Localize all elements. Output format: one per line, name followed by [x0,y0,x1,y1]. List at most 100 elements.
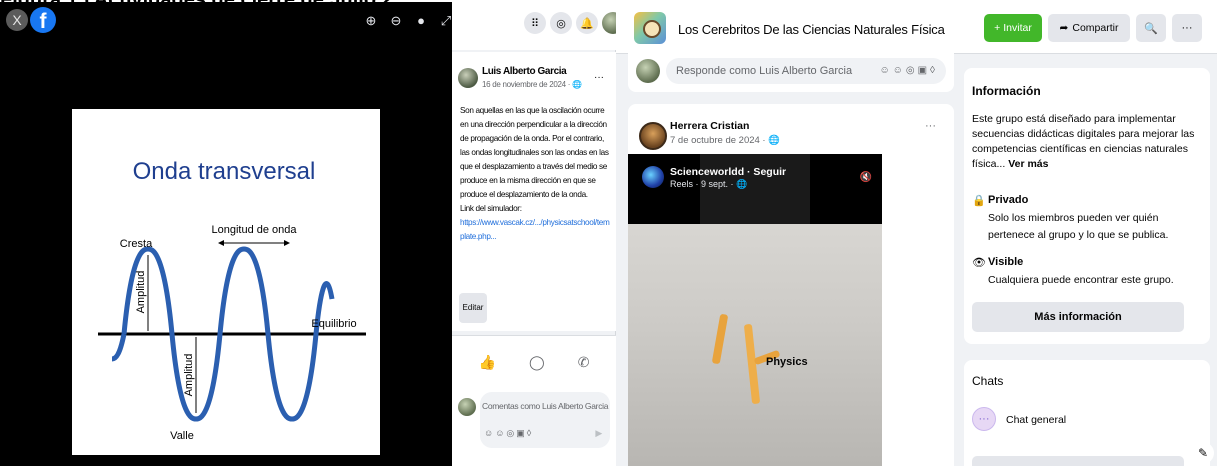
chats-more-button[interactable] [972,456,1184,466]
more-info-button[interactable]: Más información [972,302,1184,332]
amplitude-label-bottom: Amplitud [183,354,195,397]
post-date-text: 16 de noviembre de 2024 · [482,80,573,89]
group-header: Los Cerebritos De las Ciencias Naturales… [616,0,1217,54]
visible-description: Cualquiera puede encontrar este grupo. [988,274,1174,286]
more-options-icon[interactable]: ··· [1172,14,1202,42]
trough-label: Valle [170,430,194,442]
invite-label: Invitar [1003,22,1032,34]
author-avatar[interactable] [458,68,478,88]
photo-viewer: X f ⊕ ⊖ ● ⤢ Onda transversal Amplitud Am… [0,2,452,466]
feed-post-date-text: 7 de octubre de 2024 · [670,135,769,146]
group-name[interactable]: Los Cerebritos De las Ciencias Naturales… [678,22,945,37]
comment-emoji-icons[interactable]: ☺☺◎▣◊ [484,428,533,439]
slide-title: Onda transversal [133,158,316,185]
globe-icon: 🌐 [736,179,748,189]
chats-card: Chats ··· Chat general [964,360,1210,466]
share-arrow-icon: ➦ [1059,22,1069,34]
privacy-title: Privado [988,194,1029,206]
post-actions: 👍 ◯ ✆ [452,335,616,389]
chat-item[interactable]: Chat general [1006,414,1066,426]
equilibrium-label: Equilibrio [311,318,356,330]
grid-icon[interactable]: ⠿ [524,12,546,34]
search-icon[interactable]: 🔍 [1136,14,1166,42]
wave-tail [111,333,127,362]
zoom-in-icon[interactable]: ⊕ [365,14,377,28]
chats-title: Chats [972,374,1004,388]
video-frame [628,224,882,466]
facebook-logo-icon[interactable]: f [30,7,56,33]
share-icon[interactable]: ✆ [578,354,590,371]
reply-input[interactable]: Responde como Luis Alberto Garcia ☺☺◎▣◊ [666,58,946,84]
simulator-link-label: Link del simulador: [460,204,522,213]
amplitude-label-top: Amplitud [135,271,147,314]
lock-icon: 🔒 [972,195,986,207]
channel-avatar[interactable] [642,166,664,188]
video-caption: Physics [766,356,808,368]
more-options-icon[interactable]: ··· [594,72,604,83]
info-description-text: Este grupo está diseñado para implementa… [972,113,1195,170]
info-description: Este grupo está diseñado para implementa… [972,112,1204,172]
feed-post: Herrera Cristian 7 de octubre de 2024 · … [628,104,954,466]
avatar [458,398,476,416]
close-icon[interactable]: X [6,9,28,31]
viewer-toolbar: ⊕ ⊖ ● ⤢ [365,14,452,28]
eye-icon: 👁 [972,257,986,269]
mute-icon[interactable]: 🔇 [860,172,872,183]
share-label: Compartir [1072,22,1119,34]
author-avatar[interactable] [639,122,667,150]
post-text: Son aquellas en las que la oscilación oc… [460,106,609,199]
privacy-description: Solo los miembros pueden ver quién perte… [988,212,1169,241]
more-options-icon[interactable]: ··· [925,120,936,132]
fullscreen-icon[interactable]: ⤢ [440,14,452,28]
tag-icon[interactable]: ● [415,14,427,28]
channel-name[interactable]: Scienceworldd · Seguir [670,166,786,178]
send-icon[interactable]: ▶ [595,428,602,439]
transverse-wave-diagram: Onda transversal Amplitud Amplitud Longi… [98,158,366,442]
invite-button[interactable]: + Invitar [984,14,1042,42]
pasta-stick [711,313,729,365]
post-author[interactable]: Luis Alberto Garcia [482,66,567,77]
wavelength-arrow-head-right [284,240,290,246]
comment-composer: Comentas como Luis Alberto Garcia ☺☺◎▣◊ … [452,386,616,466]
comment-icon[interactable]: ◯ [529,354,545,371]
comment-input[interactable]: Comentas como Luis Alberto Garcia ☺☺◎▣◊ … [480,392,610,448]
visible-title: Visible [988,256,1024,268]
simulator-link[interactable]: https://www.vascak.cz/.../physicsatschoo… [460,218,610,241]
group-info-card: Información Este grupo está diseñado par… [964,68,1210,344]
info-title: Información [972,84,1041,98]
reply-placeholder: Responde como Luis Alberto Garcia [676,65,853,77]
post-card: Luis Alberto Garcia 16 de noviembre de 2… [452,52,616,331]
post-date[interactable]: 16 de noviembre de 2024 · 🌐 [482,80,582,89]
wavelength-arrow-head-left [218,240,224,246]
compose-icon[interactable]: ✎ [1192,442,1214,464]
zoom-out-icon[interactable]: ⊖ [390,14,402,28]
reel-video[interactable]: Scienceworldd · Seguir Reels · 9 sept. ·… [628,154,882,466]
post-topbar-icons: ⠿ ◎ 🔔 [524,12,624,34]
like-icon[interactable]: 👍 [479,354,496,371]
channel-meta: Reels · 9 sept. · 🌐 [670,179,747,190]
edit-button[interactable]: Editar [459,293,487,323]
globe-icon: 🌐 [572,80,582,89]
group-page: Los Cerebritos De las Ciencias Naturales… [616,0,1217,466]
group-thumbnail[interactable] [634,12,666,44]
plus-icon: + [994,22,1001,34]
messenger-icon[interactable]: ◎ [550,12,572,34]
feed-post-date[interactable]: 7 de octubre de 2024 · 🌐 [670,135,780,146]
post-body: Son aquellas en las que la oscilación oc… [460,104,610,244]
avatar [636,59,660,83]
bell-icon[interactable]: 🔔 [576,12,598,34]
crest-label: Cresta [120,238,153,250]
comment-placeholder: Comentas como Luis Alberto Garcia [482,401,609,411]
channel-meta-text: Reels · 9 sept. · [670,179,737,189]
chat-bubble-icon[interactable]: ··· [972,407,996,431]
feed-post-author[interactable]: Herrera Cristian [670,120,749,132]
post-detail-panel: ⠿ ◎ 🔔 Luis Alberto Garcia 16 de noviembr… [452,0,624,466]
reply-composer: Responde como Luis Alberto Garcia ☺☺◎▣◊ [628,52,954,92]
post-topbar: ⠿ ◎ 🔔 [452,0,624,50]
wavelength-label: Longitud de onda [211,224,297,236]
globe-icon: 🌐 [768,135,781,146]
see-more-link[interactable]: Ver más [1008,158,1048,170]
wave-slide-image: Onda transversal Amplitud Amplitud Longi… [72,109,380,455]
share-button[interactable]: ➦ Compartir [1048,14,1130,42]
reply-emoji-icons[interactable]: ☺☺◎▣◊ [879,58,938,84]
